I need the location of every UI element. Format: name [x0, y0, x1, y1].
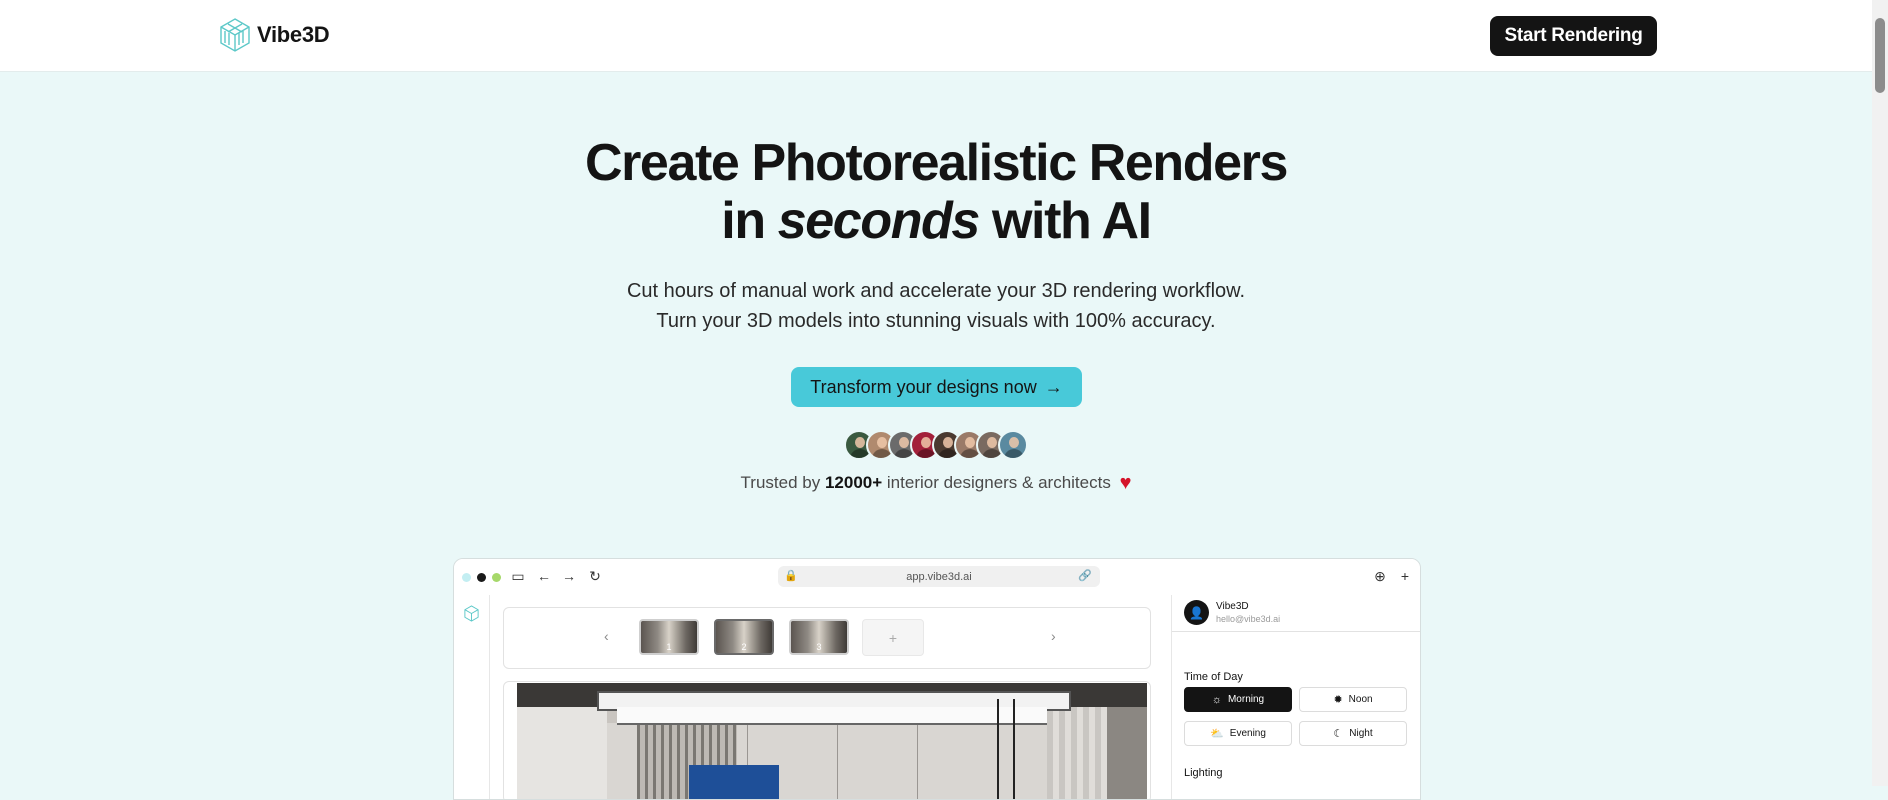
trusted-by-text: Trusted by 12000+ interior designers & a… [0, 472, 1872, 495]
render-thumbnails: ‹ 1 2 3 + › [503, 607, 1151, 669]
option-label: Night [1349, 728, 1373, 739]
thumbnail-number: 3 [816, 642, 822, 652]
chevron-left-icon[interactable]: ‹ [604, 628, 609, 644]
hero-title-line1: Create Photorealistic Renders [584, 134, 1289, 192]
render-shelf [1107, 707, 1147, 799]
sun-icon: ✹ [1333, 694, 1343, 706]
customer-avatars [844, 430, 1028, 462]
thumbnail[interactable]: 3 [789, 619, 849, 655]
hero-subtitle: Cut hours of manual work and accelerate … [0, 276, 1872, 336]
app-preview-window: ▭ ← → ↻ 🔒 app.vibe3d.ai 🔗 ⊕ + ‹ 1 2 3 + … [453, 558, 1421, 800]
link-icon[interactable]: 🔗 [1078, 569, 1092, 582]
address-url: app.vibe3d.ai [906, 570, 972, 583]
hero-subtitle-line2: Turn your 3D models into stunning visual… [656, 310, 1216, 332]
option-label: Evening [1229, 728, 1266, 739]
lighting-label: Lighting [1184, 767, 1223, 779]
trusted-prefix: Trusted by [740, 473, 821, 492]
render-curtain [1047, 707, 1107, 799]
brand-name: Vibe3D [257, 22, 330, 47]
moon-icon: ☾ [1333, 728, 1344, 740]
arrow-right-icon: → [1044, 376, 1063, 397]
hero-title-emphasis: seconds [777, 192, 981, 250]
forward-arrow-icon[interactable]: → [561, 568, 577, 584]
cube-logo-icon [220, 18, 250, 52]
cube-logo-icon[interactable] [463, 605, 480, 622]
brand-logo[interactable]: Vibe3D [219, 17, 330, 53]
thumbnail-number: 2 [741, 642, 747, 652]
sidebar-toggle-icon[interactable]: ▭ [510, 568, 526, 585]
hero-title: Create Photorealistic Renders in seconds… [0, 134, 1872, 250]
new-tab-icon[interactable]: + [1397, 568, 1413, 584]
option-evening[interactable]: ⛅ Evening [1184, 721, 1292, 746]
settings-panel: 👤 Vibe3D hello@vibe3d.ai Time of Day ☼ M… [1171, 595, 1420, 799]
render-panel-line [837, 723, 838, 799]
option-night[interactable]: ☾ Night [1299, 721, 1407, 746]
render-pendant-cord [997, 699, 999, 799]
user-avatar-icon[interactable]: 👤 [1184, 600, 1209, 625]
render-panel-line [917, 723, 918, 799]
cta-label: Transform your designs now [810, 376, 1037, 397]
hero-subtitle-line1: Cut hours of manual work and accelerate … [626, 280, 1246, 302]
option-morning[interactable]: ☼ Morning [1184, 687, 1292, 712]
chevron-right-icon[interactable]: › [1051, 628, 1056, 644]
trusted-count: 12000+ [824, 473, 883, 492]
site-header: Vibe3D Start Rendering [0, 0, 1872, 72]
hero-title-in: in [721, 192, 766, 250]
trusted-suffix: interior designers & architects [886, 473, 1111, 492]
sunset-icon: ⛅ [1210, 728, 1224, 740]
thumbnail-selected[interactable]: 2 [714, 619, 774, 655]
avatar [998, 430, 1028, 460]
sunrise-icon: ☼ [1211, 693, 1222, 706]
window-dot-green [492, 573, 501, 582]
option-noon[interactable]: ✹ Noon [1299, 687, 1407, 712]
user-email: hello@vibe3d.ai [1216, 614, 1281, 624]
add-thumbnail-button[interactable]: + [862, 619, 924, 656]
heart-icon: ♥ [1119, 472, 1132, 494]
start-rendering-button[interactable]: Start Rendering [1490, 16, 1657, 56]
transform-designs-button[interactable]: Transform your designs now → [791, 367, 1082, 407]
lock-icon: 🔒 [784, 570, 798, 582]
thumbnail[interactable]: 1 [639, 619, 699, 655]
render-preview [503, 681, 1151, 799]
browser-toolbar: ▭ ← → ↻ 🔒 app.vibe3d.ai 🔗 ⊕ + [454, 559, 1420, 595]
render-ceiling-beam [617, 707, 1047, 725]
render-left-wall [517, 707, 607, 799]
scrollbar-thumb[interactable] [1875, 18, 1885, 93]
back-arrow-icon[interactable]: ← [536, 568, 552, 584]
hero-title-end: with AI [992, 192, 1152, 250]
address-bar[interactable]: 🔒 app.vibe3d.ai 🔗 [778, 566, 1100, 587]
page-scrollbar[interactable] [1872, 0, 1888, 786]
download-icon[interactable]: ⊕ [1372, 568, 1388, 585]
window-dot-teal [462, 573, 471, 582]
thumbnail-number: 1 [666, 642, 672, 652]
app-sidebar [454, 595, 490, 799]
option-label: Noon [1348, 694, 1373, 705]
reload-icon[interactable]: ↻ [587, 568, 603, 585]
room-render-image [517, 683, 1147, 799]
render-artwork [689, 765, 779, 799]
time-of-day-label: Time of Day [1184, 671, 1243, 683]
option-label: Morning [1227, 694, 1265, 705]
window-dot-black [477, 573, 486, 582]
render-pendant-cord [1013, 699, 1015, 799]
divider [1172, 631, 1420, 632]
user-name: Vibe3D [1216, 601, 1249, 612]
